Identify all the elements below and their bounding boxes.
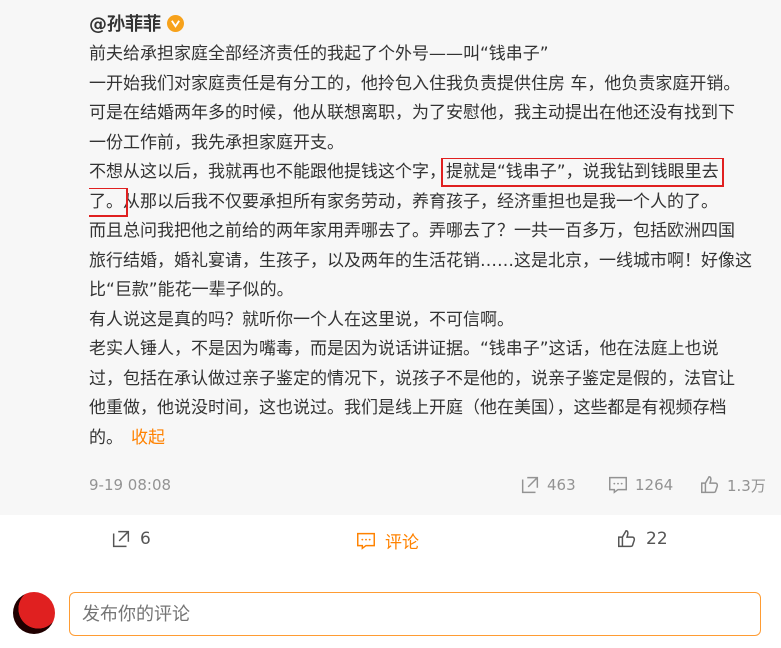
like-button[interactable]: 1.3万 (699, 474, 766, 496)
post-comment-tab[interactable]: 评论 (355, 528, 419, 553)
comment-body: 前夫给承担家庭全部经济责任的我起了个外号——叫“钱串子” 一开始我们对家庭责任是… (89, 40, 771, 453)
comment-line: 的。 收起 (89, 424, 771, 454)
post-repost-count: 6 (140, 529, 151, 549)
comment-line: 旅行结婚，婚礼宴请，生孩子，以及两年的生活花销……这是北京，一线城市啊！好像这 (89, 250, 752, 271)
repost-icon (112, 530, 130, 548)
comment-line: 老实人锤人，不是因为嘴毒，而是因为说话讲证据。“钱串子”这话，他在法庭上也说 (89, 339, 719, 359)
comment-icon (357, 532, 375, 550)
collapse-link[interactable]: 收起 (131, 428, 165, 448)
comment-meta: 9-19 08:08 463 1264 1.3万 (89, 474, 771, 498)
repost-button[interactable]: 463 (519, 474, 576, 496)
highlighted-quote: 提就是“钱串子”，说我钻到钱眼里去 (441, 158, 724, 187)
repost-icon (521, 476, 539, 494)
post-comment-label: 评论 (385, 533, 419, 553)
author-name[interactable]: @孙菲菲 (89, 10, 161, 36)
comment-icon (609, 476, 627, 494)
comment-line: 他重做，他说没时间，这也说过。我们是线上开庭（他在美国），这些都是有视频存档 (89, 398, 727, 418)
comment-text: 的。 (89, 427, 123, 448)
post-repost-button[interactable]: 6 (110, 528, 151, 550)
post-like-button[interactable]: 22 (616, 528, 668, 550)
thumbs-up-icon (701, 476, 719, 494)
comment-timestamp: 9-19 08:08 (89, 476, 172, 494)
comment-text: 不想从这以后，我就再也不能跟他提钱这个字， (89, 162, 446, 182)
comment-line: 过，包括在承认做过亲子鉴定的情况下，说孩子不是他的，说亲子鉴定是假的，法官让 (89, 368, 735, 389)
comment-text: 从那以后我不仅要承担所有家务劳动，养育孩子，经济重担也是我一个人的了。 (123, 191, 718, 212)
comment-line: 一份工作前，我先承担家庭开支。 (89, 132, 344, 153)
comment-line: 了。从那以后我不仅要承担所有家务劳动，养育孩子，经济重担也是我一个人的了。 (89, 187, 771, 218)
highlighted-quote-end: 了。 (89, 187, 128, 217)
comment-line: 前夫给承担家庭全部经济责任的我起了个外号——叫“钱串子” (89, 44, 549, 64)
comment-line: 而且总问我把他之前给的两年家用弄哪去了。弄哪去了？一共一百多万，包括欧洲四国 (89, 221, 735, 241)
avatar[interactable] (13, 592, 55, 634)
comment-line: 可是在结婚两年多的时候，他从联想离职，为了安慰他，我主动提出在他还没有找到下 (89, 103, 735, 123)
like-count: 1.3万 (727, 476, 766, 495)
post-like-count: 22 (646, 529, 668, 549)
comment-line: 比“巨款”能花一辈子似的。 (89, 280, 294, 300)
repost-count: 463 (547, 476, 576, 494)
post-actions-bar: 6 评论 22 (0, 515, 781, 567)
comment-card: @孙菲菲 前夫给承担家庭全部经济责任的我起了个外号——叫“钱串子” 一开始我们对… (0, 0, 781, 515)
comment-line: 一开始我们对家庭责任是有分工的，他拎包入住我负责提供住房 车，他负责家庭开销。 (89, 73, 741, 94)
comment-line: 不想从这以后，我就再也不能跟他提钱这个字，提就是“钱串子”，说我钻到钱眼里去 (89, 158, 771, 188)
comment-line: 有人说这是真的吗？就听你一个人在这里说，不可信啊。 (89, 309, 514, 330)
comment-input[interactable] (69, 592, 761, 636)
reply-button[interactable]: 1264 (607, 474, 673, 496)
thumbs-up-icon (618, 530, 636, 548)
verified-badge-icon (167, 14, 184, 32)
comment-count: 1264 (635, 476, 674, 494)
author-row: @孙菲菲 (89, 10, 184, 36)
